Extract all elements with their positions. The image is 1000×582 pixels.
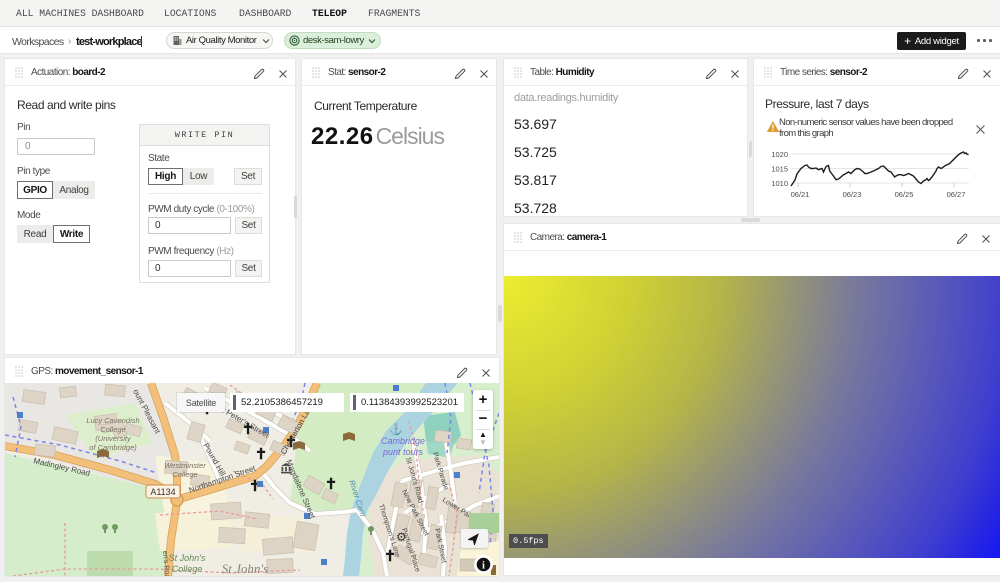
svg-text:06/27: 06/27 bbox=[947, 190, 966, 199]
svg-text:06/23: 06/23 bbox=[843, 190, 862, 199]
svg-text:✝: ✝ bbox=[255, 446, 268, 463]
svg-text:⚓: ⚓ bbox=[389, 423, 403, 436]
svg-text:06/21: 06/21 bbox=[791, 190, 810, 199]
svg-text:1015: 1015 bbox=[771, 165, 788, 174]
svg-text:i: i bbox=[482, 560, 485, 571]
svg-text:Westminster: Westminster bbox=[164, 461, 206, 470]
svg-text:College: College bbox=[172, 470, 197, 479]
svg-text:St John's: St John's bbox=[222, 561, 268, 576]
svg-text:(University: (University bbox=[95, 434, 132, 443]
svg-text:Lucy Cavendish: Lucy Cavendish bbox=[86, 416, 139, 425]
svg-text:✝: ✝ bbox=[325, 476, 338, 493]
svg-text:Cambridge: Cambridge bbox=[381, 436, 425, 446]
svg-text:College: College bbox=[100, 425, 125, 434]
svg-text:1010: 1010 bbox=[771, 179, 788, 188]
svg-text:1020: 1020 bbox=[771, 150, 788, 159]
svg-text:College: College bbox=[172, 564, 203, 574]
svg-text:St John's: St John's bbox=[169, 553, 206, 563]
svg-text:06/25: 06/25 bbox=[895, 190, 914, 199]
svg-text:of Cambridge): of Cambridge) bbox=[89, 443, 137, 452]
svg-text:punt tours: punt tours bbox=[382, 447, 424, 457]
svg-text:A1134: A1134 bbox=[150, 487, 175, 497]
